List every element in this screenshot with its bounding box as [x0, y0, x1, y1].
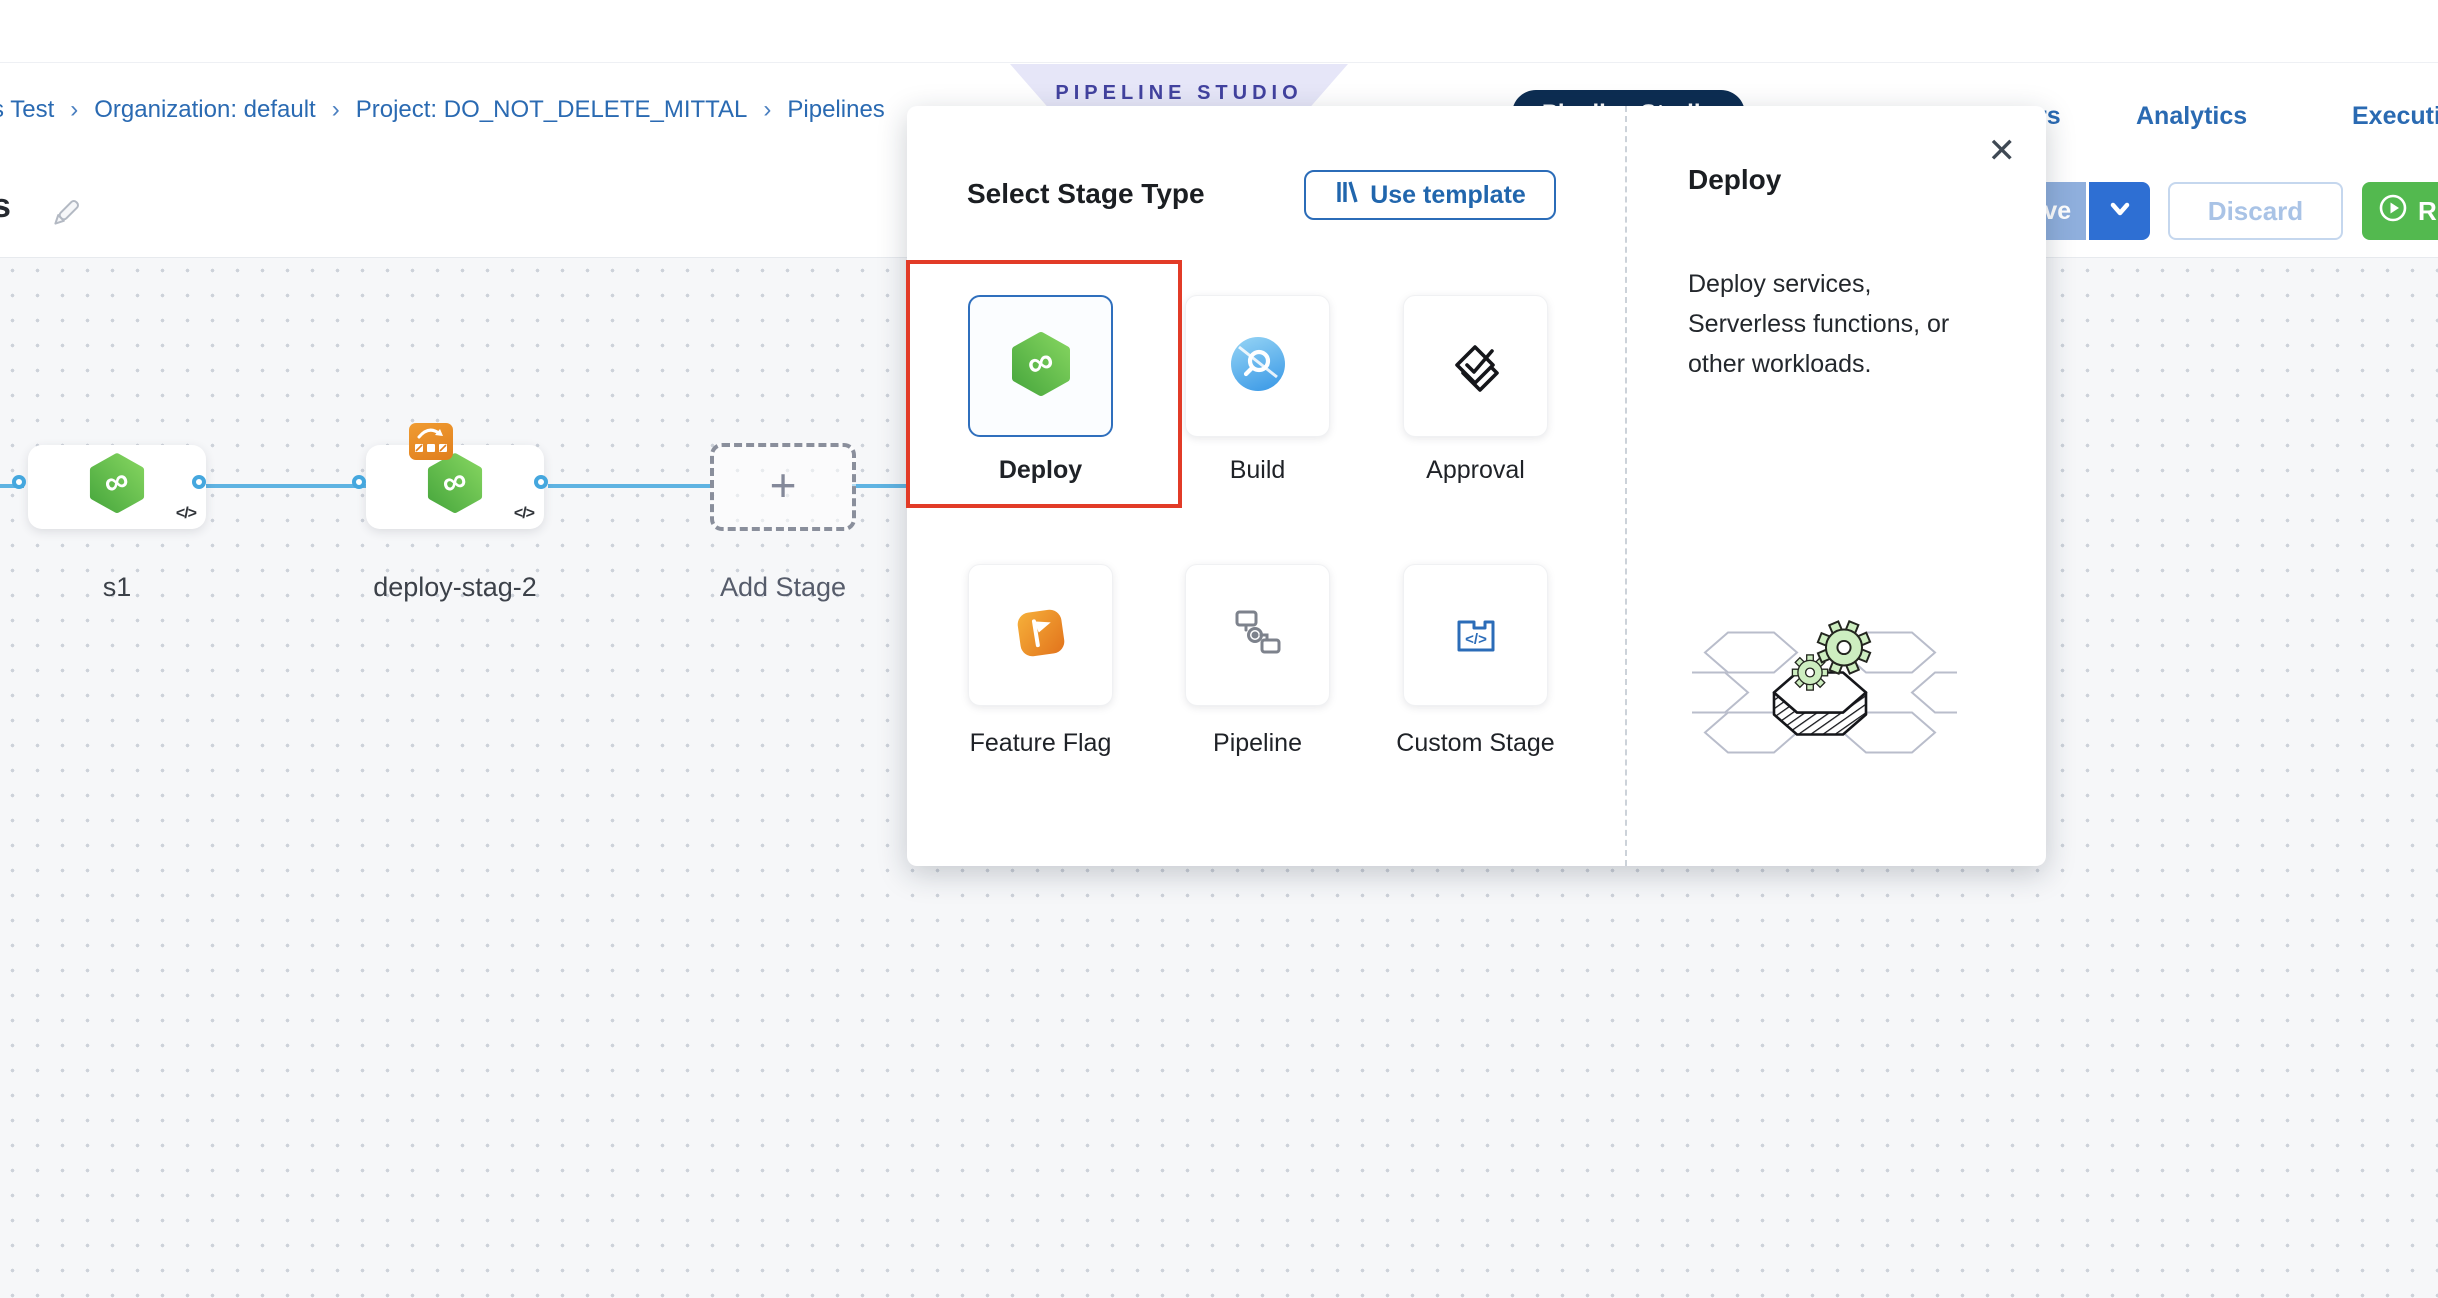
cd-hexagon-icon: ∞: [1011, 331, 1071, 402]
stage-type-label-feature-flag: Feature Flag: [958, 728, 1123, 759]
breadcrumb-separator: ›: [332, 96, 340, 124]
stage-type-label-approval: Approval: [1393, 455, 1558, 486]
stage-type-label-pipeline: Pipeline: [1175, 728, 1340, 759]
stage-type-build[interactable]: [1185, 295, 1330, 437]
feature-flag-icon: [1012, 604, 1070, 667]
pipeline-studio-screen: s Test › Organization: default › Project…: [0, 0, 2438, 1298]
breadcrumb-pipelines[interactable]: Pipelines: [787, 96, 884, 124]
tab-analytics[interactable]: Analytics: [2136, 92, 2247, 140]
play-circle-icon: [2378, 193, 2408, 230]
chevron-down-icon: [2107, 197, 2133, 226]
plus-icon: +: [770, 462, 797, 508]
stage-name-label: s1: [28, 572, 206, 603]
ci-circle-icon: [1229, 335, 1287, 398]
node-port: [12, 475, 26, 489]
stage-type-custom[interactable]: </>: [1403, 564, 1548, 706]
modal-title: Select Stage Type: [967, 178, 1205, 210]
edit-pencil-icon[interactable]: [48, 195, 84, 231]
stage-type-feature-flag[interactable]: [968, 564, 1113, 706]
breadcrumb-account[interactable]: s Test: [0, 96, 54, 124]
breadcrumb-separator: ›: [70, 96, 78, 124]
stage-node-deploy-stag-2[interactable]: ∞ </>: [366, 445, 544, 529]
node-port: [192, 475, 206, 489]
propagate-rollback-icon[interactable]: [409, 423, 453, 460]
stage-detail-title: Deploy: [1688, 164, 1781, 196]
breadcrumb-project[interactable]: Project: DO_NOT_DELETE_MITTAL: [356, 96, 748, 124]
stage-type-pipeline[interactable]: [1185, 564, 1330, 706]
stage-name-label: deploy-stag-2: [338, 572, 572, 603]
tab-executions[interactable]: Executions: [2352, 92, 2438, 140]
stage-type-label-custom: Custom Stage: [1393, 728, 1558, 759]
save-options-button[interactable]: [2086, 182, 2150, 240]
discard-button[interactable]: Discard: [2168, 182, 2343, 240]
pipeline-edge: [548, 484, 712, 488]
stage-type-deploy[interactable]: ∞: [968, 295, 1113, 437]
cd-hexagon-icon: ∞: [427, 452, 483, 519]
node-port: [352, 475, 366, 489]
run-button[interactable]: Run: [2362, 182, 2438, 240]
use-template-button[interactable]: Use template: [1304, 170, 1556, 220]
pipeline-edge: [206, 484, 366, 488]
close-icon[interactable]: ✕: [1988, 134, 2017, 168]
stage-node-s1[interactable]: ∞ </>: [28, 445, 206, 529]
approval-check-icon: [1447, 335, 1505, 398]
select-stage-type-modal: Select Stage Type Use template ∞: [907, 106, 2046, 866]
breadcrumb: s Test › Organization: default › Project…: [0, 96, 885, 124]
use-template-label: Use template: [1370, 181, 1526, 210]
yaml-code-icon[interactable]: </>: [514, 505, 534, 523]
modal-divider: [1625, 106, 1627, 866]
yaml-code-icon[interactable]: </>: [176, 505, 196, 523]
pipeline-chain-icon: [1230, 605, 1286, 666]
stage-detail-description: Deploy services, Serverless functions, o…: [1688, 264, 1993, 384]
breadcrumb-separator: ›: [763, 96, 771, 124]
add-stage-label: Add Stage: [698, 572, 868, 603]
svg-text:</>: </>: [1465, 631, 1487, 648]
cd-hexagon-icon: ∞: [89, 452, 145, 519]
deploy-illustration: [1692, 592, 1957, 762]
template-library-icon: [1334, 179, 1360, 212]
add-stage-button[interactable]: +: [710, 443, 856, 531]
pipeline-name: s: [0, 187, 11, 226]
stage-type-label-deploy: Deploy: [958, 455, 1123, 486]
top-strip: [0, 0, 2438, 63]
run-button-label: Run: [2418, 196, 2438, 227]
stage-type-approval[interactable]: [1403, 295, 1548, 437]
breadcrumb-organization[interactable]: Organization: default: [94, 96, 315, 124]
custom-stage-icon: </>: [1448, 605, 1504, 666]
node-port: [534, 475, 548, 489]
stage-type-label-build: Build: [1175, 455, 1340, 486]
